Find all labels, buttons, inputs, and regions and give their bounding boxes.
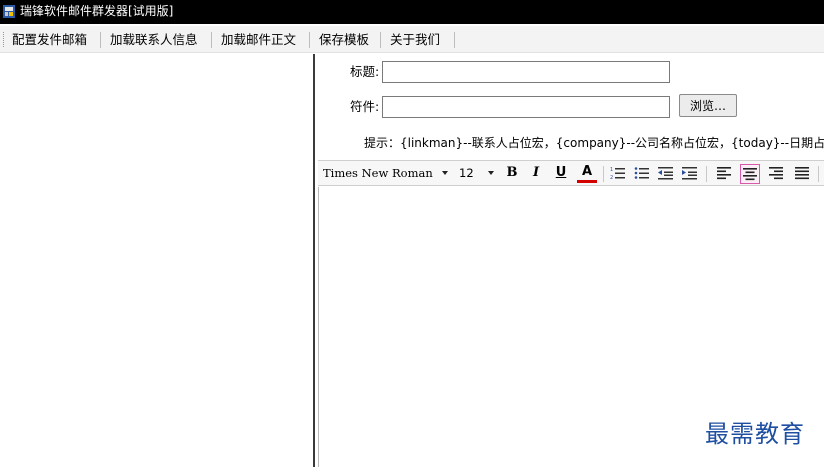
toolbar-separator: [603, 166, 604, 182]
toolbar-separator: [818, 166, 819, 182]
font-color-button[interactable]: A: [577, 164, 597, 183]
menu-separator: [309, 32, 310, 48]
menu-load-body[interactable]: 加载邮件正文: [221, 32, 296, 48]
bold-button[interactable]: B: [502, 164, 522, 184]
menu-configure-sender[interactable]: 配置发件邮箱: [12, 32, 87, 48]
browse-button[interactable]: 浏览…: [679, 94, 737, 117]
subject-input[interactable]: [382, 61, 670, 83]
contact-list-panel[interactable]: [0, 54, 315, 467]
app-icon: [3, 5, 15, 18]
align-right-icon[interactable]: [766, 164, 786, 184]
editor-toolbar: Times New Roman 12 B I U A 12: [318, 160, 824, 186]
indent-icon[interactable]: [680, 164, 700, 184]
attachment-input[interactable]: [382, 96, 670, 118]
title-bar: 瑞锋软件邮件群发器[试用版]: [0, 0, 824, 24]
underline-button[interactable]: U: [551, 164, 571, 184]
toolbar-separator: [706, 166, 707, 182]
subject-label: 标题:: [350, 64, 380, 79]
menu-separator: [211, 32, 212, 48]
align-center-icon[interactable]: [740, 164, 760, 184]
chevron-down-icon[interactable]: [442, 171, 448, 175]
watermark-text: 最需教育: [705, 420, 805, 448]
chevron-down-icon[interactable]: [488, 171, 494, 175]
menu-separator: [100, 32, 101, 48]
window-title: 瑞锋软件邮件群发器[试用版]: [20, 4, 174, 18]
menu-save-template[interactable]: 保存模板: [319, 32, 369, 48]
ordered-list-icon[interactable]: 12: [608, 164, 628, 184]
svg-text:2: 2: [610, 175, 613, 180]
menu-load-contacts[interactable]: 加载联系人信息: [110, 32, 198, 48]
font-name-select[interactable]: Times New Roman: [323, 167, 433, 180]
menu-separator: [454, 32, 455, 48]
unordered-list-icon[interactable]: [632, 164, 652, 184]
placeholder-hint: 提示：{linkman}--联系人占位宏，{company}--公司名称占位宏，…: [364, 136, 824, 150]
align-left-icon[interactable]: [714, 164, 734, 184]
align-justify-icon[interactable]: [792, 164, 812, 184]
svg-text:1: 1: [610, 167, 613, 173]
menu-separator: [380, 32, 381, 48]
font-size-select[interactable]: 12: [459, 167, 474, 180]
menu-about-us[interactable]: 关于我们: [390, 32, 440, 48]
menu-grip-handle[interactable]: [3, 32, 5, 47]
attachment-label: 符件:: [350, 99, 380, 114]
italic-button[interactable]: I: [526, 164, 546, 184]
outdent-icon[interactable]: [656, 164, 676, 184]
menu-bar: 配置发件邮箱 加载联系人信息 加载邮件正文 保存模板 关于我们: [0, 26, 824, 53]
